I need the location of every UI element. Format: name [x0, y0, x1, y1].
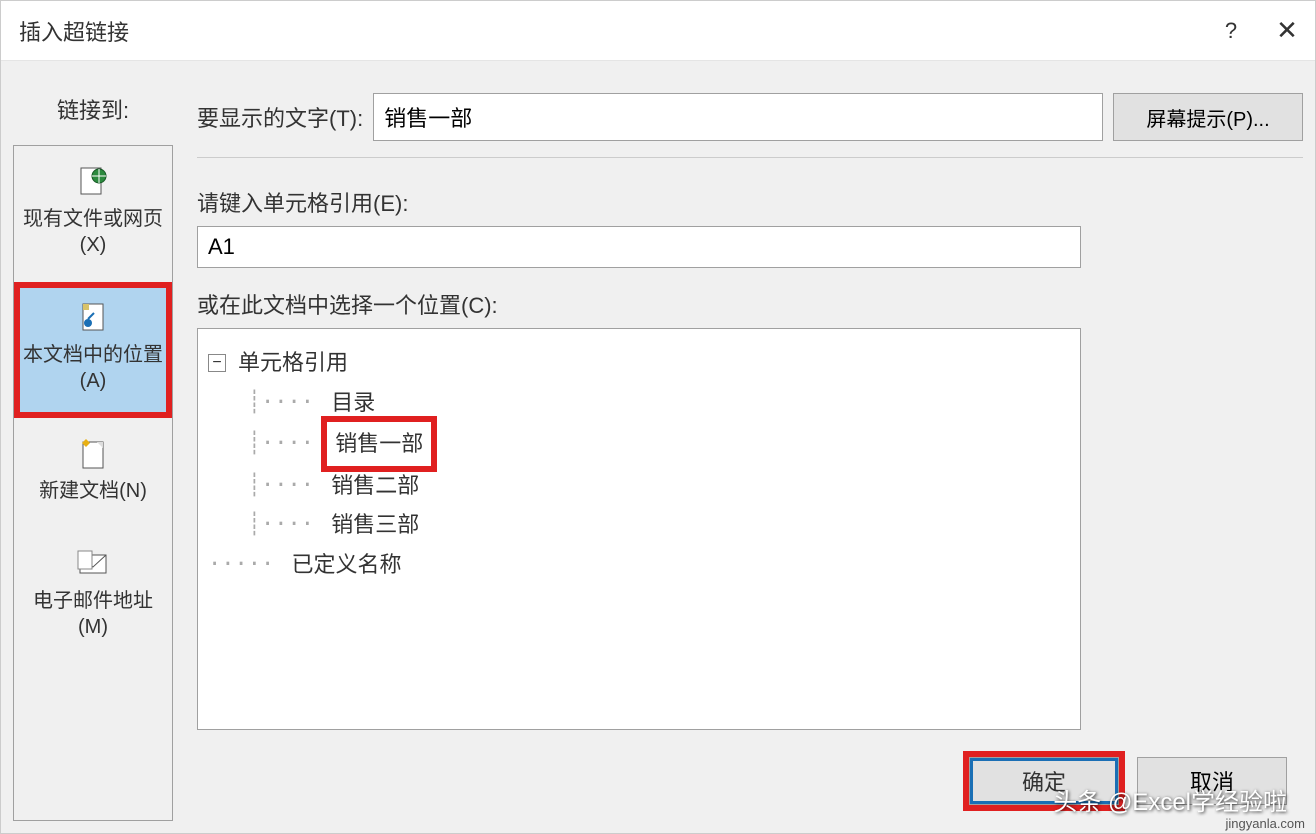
tree-node-child[interactable]: ┊···· 销售二部 — [208, 466, 1070, 506]
screen-tip-button[interactable]: 屏幕提示(P)... — [1113, 93, 1303, 141]
tree-item-label: 销售三部 — [327, 505, 423, 545]
globe-document-icon — [75, 164, 111, 200]
target-label: 电子邮件地址(M) — [20, 588, 166, 640]
ok-button-highlight: 确定 — [969, 757, 1119, 805]
insert-hyperlink-dialog: 插入超链接 ? ✕ 链接到: 现有文件或网页(X) 本文档中的位置 — [0, 0, 1316, 834]
tree-node-root[interactable]: ····· 已定义名称 — [208, 545, 1070, 585]
target-this-document[interactable]: 本文档中的位置(A) — [14, 282, 172, 418]
link-to-panel: 链接到: 现有文件或网页(X) 本文档中的位置(A) — [13, 73, 173, 821]
dialog-body: 链接到: 现有文件或网页(X) 本文档中的位置(A) — [1, 61, 1315, 833]
display-text-label: 要显示的文字(T): — [197, 101, 363, 133]
divider — [197, 157, 1303, 158]
target-label: 新建文档(N) — [39, 478, 147, 504]
new-document-icon — [75, 436, 111, 472]
dialog-title: 插入超链接 — [19, 15, 1203, 47]
link-to-label: 链接到: — [13, 93, 173, 125]
cell-reference-label: 请键入单元格引用(E): — [197, 186, 1303, 218]
link-target-list: 现有文件或网页(X) 本文档中的位置(A) 新建文档(N) — [13, 145, 173, 821]
tree-line-icon: ┊···· — [208, 466, 327, 506]
document-location-tree[interactable]: − 单元格引用 ┊···· 目录 ┊···· 销售一部 ┊···· 销售二部 — [197, 328, 1081, 730]
display-text-input[interactable] — [373, 93, 1103, 141]
main-panel: 要显示的文字(T): 屏幕提示(P)... 请键入单元格引用(E): 或在此文档… — [173, 73, 1303, 821]
ok-button[interactable]: 确定 — [970, 758, 1118, 804]
tree-line-icon: ····· — [208, 545, 287, 585]
target-existing-file[interactable]: 现有文件或网页(X) — [14, 146, 172, 282]
dialog-button-row: 确定 取消 — [969, 757, 1287, 805]
help-button[interactable]: ? — [1203, 1, 1259, 61]
close-button[interactable]: ✕ — [1259, 1, 1315, 61]
email-icon — [75, 546, 111, 582]
titlebar: 插入超链接 ? ✕ — [1, 1, 1315, 61]
target-label: 现有文件或网页(X) — [20, 206, 166, 258]
collapse-icon[interactable]: − — [208, 354, 226, 372]
tree-node-root[interactable]: − 单元格引用 — [208, 343, 1070, 383]
tree-line-icon: ┊···· — [208, 383, 327, 423]
tree-line-icon: ┊···· — [208, 505, 327, 545]
tree-item-label: 销售一部 — [327, 422, 431, 466]
tree-node-child[interactable]: ┊···· 销售三部 — [208, 505, 1070, 545]
target-new-document[interactable]: 新建文档(N) — [14, 418, 172, 528]
cancel-button[interactable]: 取消 — [1137, 757, 1287, 805]
titlebar-buttons: ? ✕ — [1203, 1, 1315, 60]
tree-item-label: 目录 — [327, 383, 379, 423]
target-email-address[interactable]: 电子邮件地址(M) — [14, 528, 172, 664]
document-location-label: 或在此文档中选择一个位置(C): — [197, 288, 1303, 320]
target-label: 本文档中的位置(A) — [20, 342, 166, 394]
tree-item-label: 单元格引用 — [234, 343, 352, 383]
cell-reference-input[interactable] — [197, 226, 1081, 268]
tree-node-child[interactable]: ┊···· 目录 — [208, 383, 1070, 423]
tree-node-child[interactable]: ┊···· 销售一部 — [208, 422, 1070, 466]
display-text-row: 要显示的文字(T): 屏幕提示(P)... — [197, 93, 1303, 141]
tree-item-label: 销售二部 — [327, 466, 423, 506]
tree-line-icon: ┊···· — [208, 424, 327, 464]
tree-item-label: 已定义名称 — [287, 545, 405, 585]
document-anchor-icon — [75, 300, 111, 336]
